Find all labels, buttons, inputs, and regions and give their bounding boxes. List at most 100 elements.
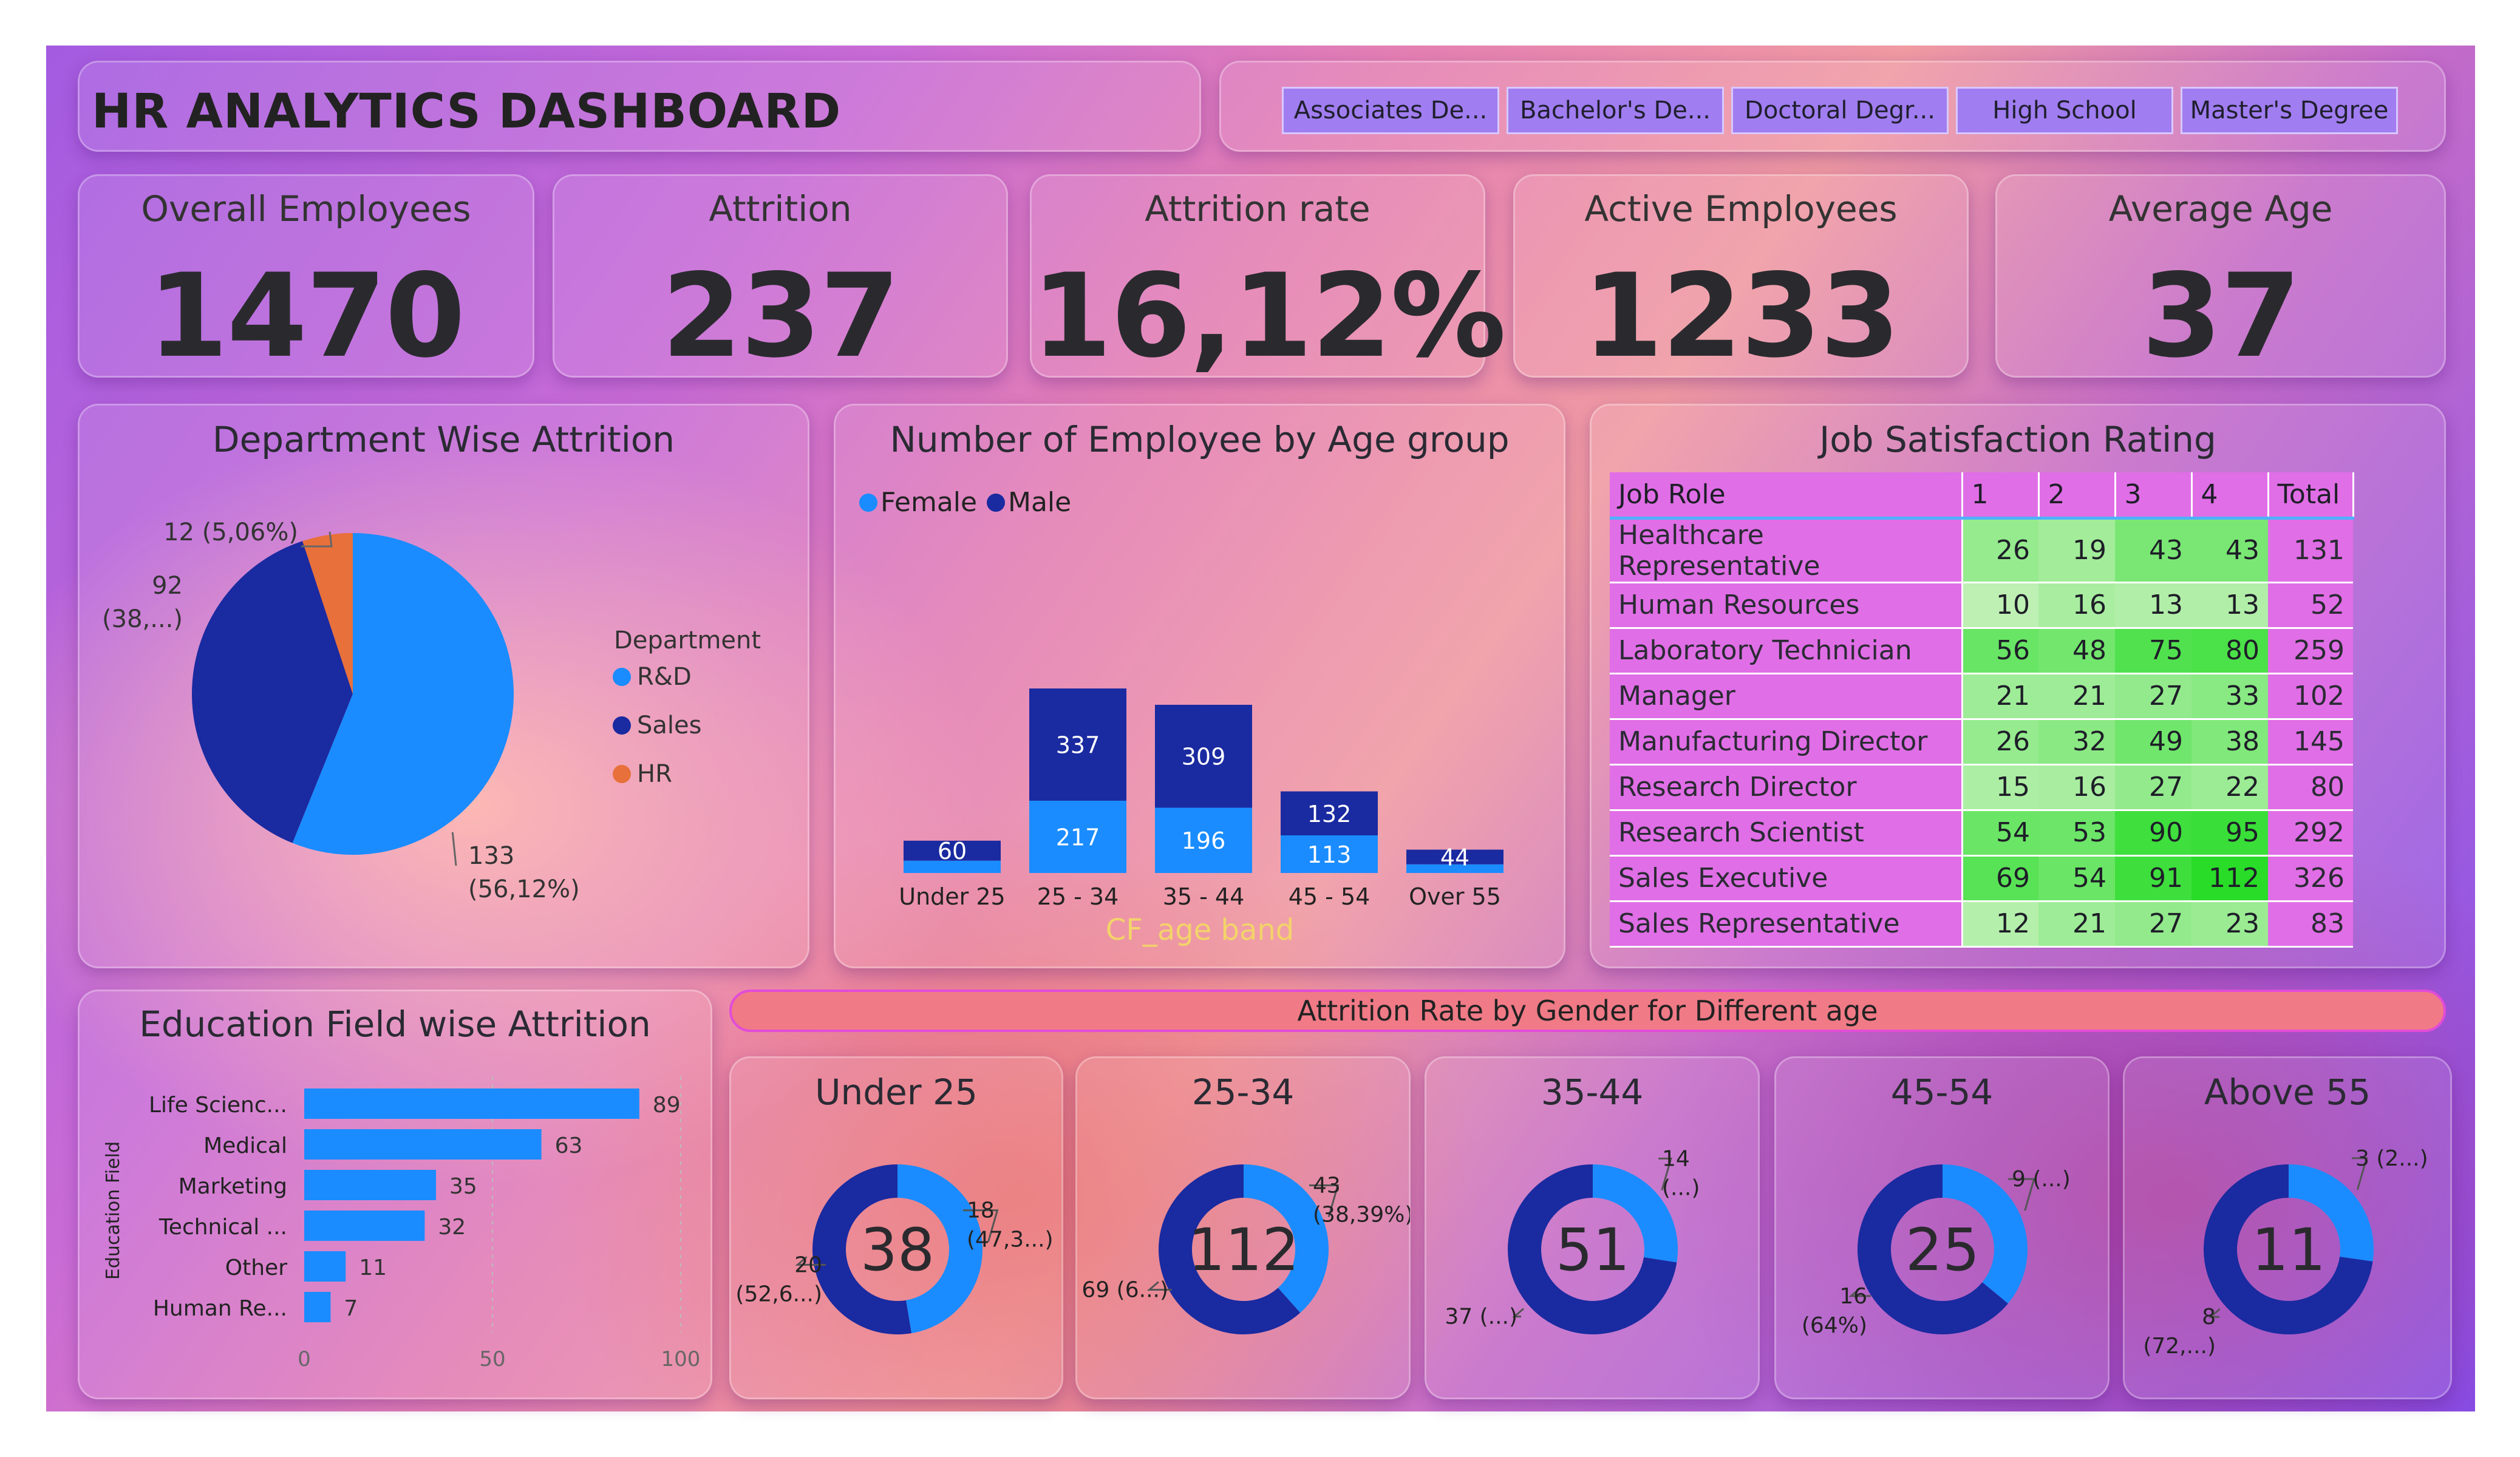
filter-high-school[interactable]: High School — [1956, 87, 2173, 134]
donut-card-45-54: 45-54 25 16 (64%) 9 (...) — [1774, 1056, 2110, 1399]
donut-male-label: 20 — [794, 1252, 822, 1277]
bar-data-label: 35 — [449, 1174, 477, 1199]
pie-data-label: (38,...) — [102, 605, 183, 633]
donut-male-label: (64%) — [1802, 1313, 1867, 1338]
rating-cell: 43 — [2115, 518, 2191, 582]
bar-data-label: 196 — [1182, 827, 1226, 854]
rating-cell: 15 — [1962, 764, 2038, 810]
rating-cell: 33 — [2191, 673, 2268, 719]
rating-cell: 21 — [1962, 673, 2038, 719]
dashboard-title: HR ANALYTICS DASHBOARD — [92, 84, 842, 139]
donut-center-value: 38 — [860, 1216, 935, 1284]
filter-bachelors[interactable]: Bachelor's De... — [1507, 87, 1724, 134]
rating-cell: 49 — [2115, 719, 2191, 764]
age-group-panel: Number of Employee by Age group Female Ma… — [834, 404, 1565, 968]
rating-cell: 75 — [2115, 628, 2191, 673]
x-tick-label: 0 — [298, 1347, 311, 1371]
donut-center-value: 51 — [1556, 1216, 1630, 1284]
rating-cell: 38 — [2191, 719, 2268, 764]
donut-female-label: 18 — [967, 1198, 995, 1223]
rating-cell: 27 — [2115, 901, 2191, 946]
total-cell: 83 — [2268, 901, 2353, 946]
rating-cell: 112 — [2191, 855, 2268, 901]
job-role-cell: Sales Executive — [1610, 855, 1963, 901]
rating-cell: 32 — [2038, 719, 2115, 764]
donut-female-label: 14 — [1662, 1146, 1690, 1171]
bar — [304, 1292, 331, 1322]
education-field-panel: Education Field wise Attrition 0 50 100 89 L… — [78, 990, 712, 1399]
pie-data-label: (56,12%) — [468, 875, 580, 903]
legend-label: HR — [637, 760, 672, 788]
donut-chart: 25 16 (64%) 9 (...) — [1802, 1164, 2071, 1338]
table-row: Manager 21 21 27 33 102 — [1610, 673, 2353, 719]
donut-female-label: (...) — [1662, 1175, 1700, 1200]
table-title: Job Satisfaction Rating — [1819, 419, 2216, 460]
kpi-attrition: Attrition 237 — [553, 174, 1008, 383]
filter-associates[interactable]: Associates De... — [1282, 87, 1499, 134]
table-row: Healthcare Representative 26 19 43 43 131 — [1610, 518, 2353, 582]
job-satisfaction-table: Job Role 1 2 3 4 Total Healthcare Representat… — [1610, 472, 2354, 948]
rating-cell: 48 — [2038, 628, 2115, 673]
legend-title: Department — [614, 627, 761, 654]
rating-cell: 27 — [2115, 673, 2191, 719]
rating-cell: 23 — [2191, 901, 2268, 946]
y-axis-title: Education Field — [103, 1141, 124, 1280]
legend-marker — [613, 668, 631, 686]
kpi-label: Attrition rate — [1145, 188, 1371, 229]
rating-cell: 13 — [2115, 582, 2191, 628]
job-role-cell: Research Director — [1610, 764, 1963, 810]
rating-cell: 16 — [2038, 764, 2115, 810]
bar-data-label: 132 — [1307, 801, 1352, 827]
rating-cell: 56 — [1962, 628, 2038, 673]
bar-data-label: 7 — [344, 1296, 358, 1321]
kpi-value: 1470 — [148, 249, 466, 383]
legend-marker — [613, 765, 631, 783]
rating-cell: 26 — [1962, 719, 2038, 764]
donut-card-25-34: 25-34 112 69 (6...) 43 (38,39%) — [1075, 1056, 1411, 1399]
rating-cell: 21 — [2038, 901, 2115, 946]
kpi-label: Overall Employees — [141, 188, 471, 229]
education-bar-chart: 0 50 100 89 Life Scienc... 63 Medical 35 Marketi… — [103, 1076, 700, 1371]
pie-leader-line — [451, 832, 457, 866]
donut-chart: 38 20 (52,6...) 18 (47,3...) — [735, 1164, 1054, 1334]
y-tick-label: Marketing — [179, 1174, 287, 1199]
table-row: Research Scientist 54 53 90 95 292 — [1610, 810, 2353, 855]
rating-cell: 69 — [1962, 855, 2038, 901]
job-satisfaction-panel: Job Satisfaction Rating Job Role 1 2 3 4 Tota… — [1590, 404, 2446, 968]
total-cell: 80 — [2268, 764, 2353, 810]
bar-data-label: 63 — [555, 1133, 583, 1158]
y-tick-label: Technical ... — [158, 1215, 287, 1240]
legend-label: Male — [1008, 487, 1071, 518]
pie-data-label: 133 — [468, 842, 514, 870]
department-pie-chart: 133 (56,12%) 92 (38,...) 12 (5,06%) Departmen… — [102, 518, 761, 903]
donut-female-label: (47,3...) — [967, 1228, 1054, 1252]
bar-data-label: 309 — [1182, 744, 1226, 770]
legend-label: Female — [880, 487, 977, 518]
kpi-value: 237 — [661, 249, 901, 383]
y-tick-label: Life Scienc... — [149, 1093, 287, 1118]
donut-female-label: 43 — [1313, 1173, 1341, 1198]
y-tick-label: Medical — [203, 1133, 287, 1158]
job-role-cell: Manufacturing Director — [1610, 719, 1963, 764]
rating-cell: 21 — [2038, 673, 2115, 719]
filter-masters[interactable]: Master's Degree — [2181, 87, 2398, 134]
y-tick-label: Human Re... — [153, 1296, 287, 1321]
filter-doctoral[interactable]: Doctoral Degr... — [1731, 87, 1949, 134]
kpi-active-employees: Active Employees 1233 — [1513, 174, 1969, 383]
rating-cell: 22 — [2191, 764, 2268, 810]
donut-male-label: 16 — [1839, 1284, 1867, 1309]
rating-cell: 27 — [2115, 764, 2191, 810]
donut-chart: 112 69 (6...) 43 (38,39%) — [1081, 1164, 1410, 1334]
donut-female-label: 9 (...) — [2012, 1167, 2071, 1192]
dashboard-canvas: HR ANALYTICS DASHBOARD Associates De... … — [46, 46, 2475, 1411]
bar-data-label: 89 — [653, 1093, 681, 1118]
x-tick-label: 45 - 54 — [1289, 883, 1371, 910]
bar-data-label: 337 — [1056, 732, 1100, 759]
job-role-cell: Research Scientist — [1610, 810, 1963, 855]
job-role-cell: Healthcare Representative — [1610, 518, 1963, 582]
bar-data-label: 113 — [1307, 841, 1352, 868]
donut-center-value: 11 — [2252, 1216, 2326, 1284]
total-cell: 131 — [2268, 518, 2353, 582]
kpi-label: Attrition — [709, 188, 852, 229]
rating-cell: 90 — [2115, 810, 2191, 855]
